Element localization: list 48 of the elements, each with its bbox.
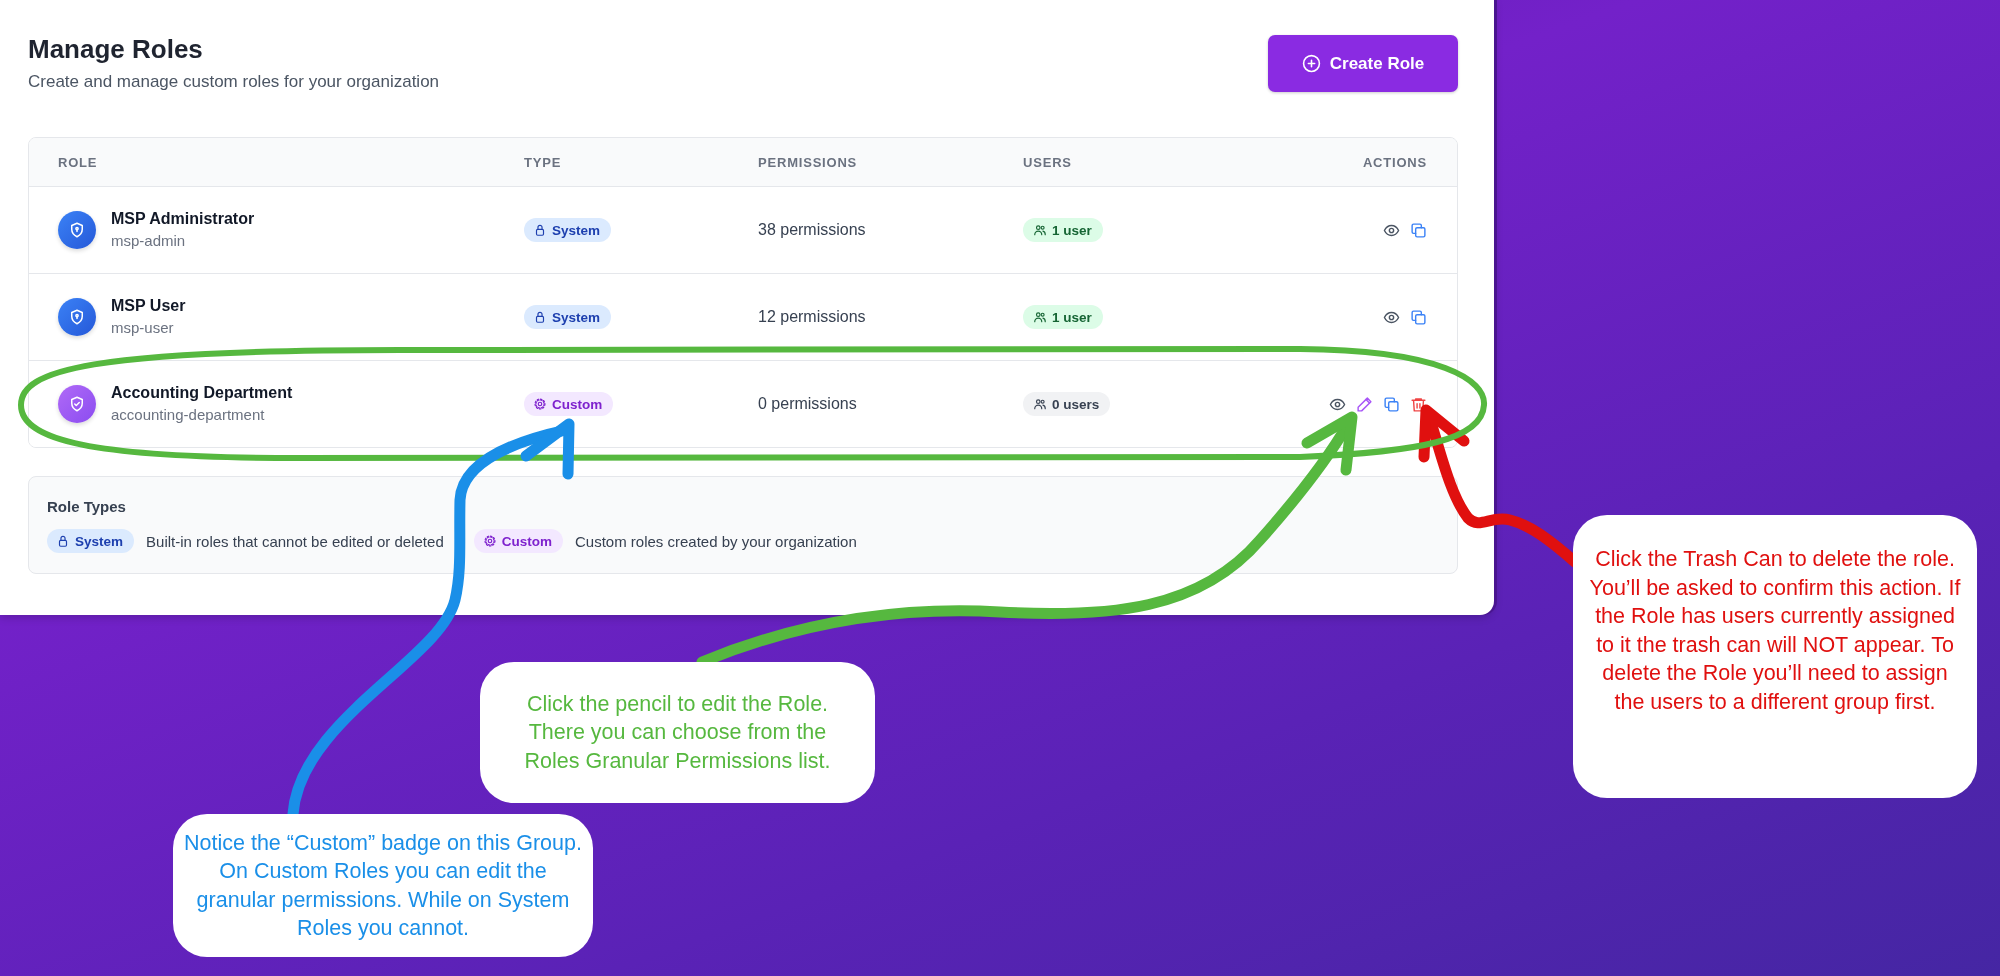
type-label: Custom bbox=[501, 533, 552, 549]
role-name: MSP Administrator bbox=[111, 209, 255, 229]
role-slug: msp-admin bbox=[111, 231, 187, 251]
callout-text: Notice the “Custom” badge on this Group. On Custom Roles you can edit the granular permissions. While on System Roles you cannot. bbox=[184, 829, 582, 942]
permission-count: 38 permissions bbox=[758, 221, 866, 238]
people-icon bbox=[1033, 397, 1047, 411]
gear-icon bbox=[533, 397, 547, 411]
copy-icon[interactable] bbox=[1410, 221, 1427, 239]
shield-icon bbox=[68, 221, 86, 239]
role-slug: msp-user bbox=[111, 318, 175, 338]
role-slug: accounting-department bbox=[111, 405, 266, 425]
column-header: USERS bbox=[1023, 154, 1073, 170]
copy-icon[interactable] bbox=[1383, 395, 1400, 413]
user-count: 0 users bbox=[1052, 396, 1100, 412]
role-name: MSP User bbox=[111, 296, 186, 316]
lock-icon bbox=[533, 223, 547, 237]
column-header: PERMISSIONS bbox=[758, 154, 859, 170]
user-count: 1 user bbox=[1052, 222, 1092, 238]
permission-count: 0 permissions bbox=[758, 395, 857, 412]
copy-icon[interactable] bbox=[1410, 308, 1427, 326]
column-header: ROLE bbox=[58, 154, 99, 170]
column-header: TYPE bbox=[524, 154, 563, 170]
type-label: System bbox=[552, 222, 601, 238]
legend-description: Built-in roles that cannot be edited or deleted bbox=[146, 532, 444, 550]
type-label: System bbox=[552, 309, 601, 325]
callout-text: Click the Trash Can to delete the role. You’ll be asked to confirm this action. If the Role has users currently assigned to it the trash can will NOT appear. To delete the Role you’ll need to assign the users to a different group first. bbox=[1589, 546, 1961, 716]
legend-description: Custom roles created by your organization bbox=[575, 532, 857, 550]
trash-icon[interactable] bbox=[1410, 395, 1427, 413]
gear-icon bbox=[482, 534, 497, 548]
people-icon bbox=[1033, 223, 1047, 237]
permission-count: 12 permissions bbox=[758, 308, 866, 325]
lock-icon bbox=[56, 534, 70, 548]
lock-icon bbox=[533, 310, 547, 324]
type-label: Custom bbox=[552, 396, 603, 412]
pencil-icon[interactable] bbox=[1356, 395, 1373, 413]
role-name: Accounting Department bbox=[111, 383, 293, 403]
callout-text: Click the pencil to edit the Role. There you can choose from the Roles Granular Permissions list. bbox=[523, 690, 832, 775]
plus-icon bbox=[1301, 54, 1321, 73]
column-header: ACTIONS bbox=[1362, 154, 1427, 170]
people-icon bbox=[1033, 310, 1047, 324]
create-role-button[interactable]: Create Role bbox=[1268, 35, 1458, 92]
shield-icon bbox=[68, 395, 86, 413]
legend-title: Role Types bbox=[47, 497, 127, 517]
shield-icon bbox=[68, 308, 86, 326]
type-label: System bbox=[75, 533, 124, 549]
user-count: 1 user bbox=[1052, 309, 1092, 325]
page-subtitle: Create and manage custom roles for your organization bbox=[28, 71, 440, 93]
page-title: Manage Roles bbox=[28, 33, 204, 65]
